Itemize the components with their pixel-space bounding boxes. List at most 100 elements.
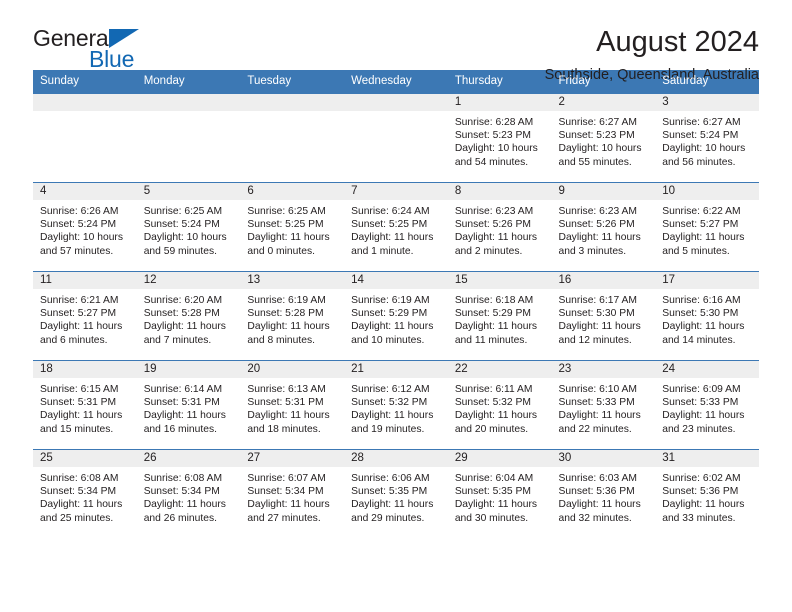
sunset-text: Sunset: 5:31 PM (40, 397, 117, 409)
calendar-day-cell[interactable]: 25 Sunrise: 6:08 AM Sunset: 5:34 PM Dayligh… (33, 448, 137, 538)
daylight-text: Daylight: 10 hours and 55 minutes. (558, 143, 642, 168)
calendar-week-row: 25 Sunrise: 6:08 AM Sunset: 5:34 PM Dayligh… (33, 448, 759, 538)
day-number: 22 (447, 360, 552, 378)
sunrise-text: Sunrise: 6:14 AM (143, 383, 223, 395)
daylight-text: Daylight: 11 hours and 22 minutes. (558, 410, 641, 435)
calendar-day-cell[interactable]: 13 Sunrise: 6:19 AM Sunset: 5:28 PM Dayligh… (240, 270, 345, 361)
sunrise-text: Sunrise: 6:11 AM (454, 383, 533, 395)
calendar-day-cell[interactable]: 11 Sunrise: 6:21 AM Sunset: 5:27 PM Dayligh… (33, 270, 137, 361)
daylight-text: Daylight: 11 hours and 10 minutes. (351, 321, 434, 346)
daylight-text: Daylight: 11 hours and 27 minutes. (247, 499, 330, 524)
daylight-text: Daylight: 11 hours and 1 minute. (351, 232, 434, 257)
calendar-day-cell[interactable]: 29 Sunrise: 6:04 AM Sunset: 5:35 PM Dayligh… (447, 448, 552, 538)
calendar-day-cell[interactable]: 27 Sunrise: 6:07 AM Sunset: 5:34 PM Dayligh… (240, 448, 345, 538)
daylight-text: Daylight: 11 hours and 11 minutes. (454, 321, 538, 346)
calendar-day-cell[interactable]: 24 Sunrise: 6:09 AM Sunset: 5:33 PM Dayligh… (655, 359, 759, 450)
calendar-day-cell[interactable]: 21 Sunrise: 6:12 AM Sunset: 5:32 PM Dayligh… (344, 359, 448, 450)
calendar-day-cell[interactable]: 5 Sunrise: 6:25 AM Sunset: 5:24 PM Daylight… (136, 181, 241, 272)
calendar-week-row: 1 Sunrise: 6:28 AM Sunset: 5:23 PM Daylight… (33, 93, 759, 183)
sunrise-text: Sunrise: 6:06 AM (351, 472, 430, 484)
sunset-text: Sunset: 5:33 PM (662, 397, 739, 409)
calendar-day-cell[interactable]: 16 Sunrise: 6:17 AM Sunset: 5:30 PM Dayligh… (551, 270, 656, 361)
day-number: 1 (447, 93, 552, 111)
calendar-day-cell[interactable]: 12 Sunrise: 6:20 AM Sunset: 5:28 PM Dayligh… (136, 270, 241, 361)
calendar-day-cell[interactable]: 9 Sunrise: 6:23 AM Sunset: 5:26 PM Daylight… (551, 181, 656, 272)
daylight-text: Daylight: 10 hours and 59 minutes. (143, 232, 227, 257)
day-number (136, 93, 241, 111)
calendar-week-row: 11 Sunrise: 6:21 AM Sunset: 5:27 PM Dayligh… (33, 270, 759, 361)
daylight-text: Daylight: 10 hours and 57 minutes. (40, 232, 123, 257)
day-details: Sunrise: 6:17 AM Sunset: 5:30 PM Daylight:… (552, 289, 656, 360)
calendar-day-cell[interactable]: 19 Sunrise: 6:14 AM Sunset: 5:31 PM Dayligh… (136, 359, 241, 450)
calendar-day-cell[interactable]: 14 Sunrise: 6:19 AM Sunset: 5:29 PM Dayligh… (344, 270, 448, 361)
sunrise-text: Sunrise: 6:16 AM (662, 294, 741, 306)
calendar-day-cell[interactable]: 6 Sunrise: 6:25 AM Sunset: 5:25 PM Daylight… (240, 181, 345, 272)
day-number (344, 93, 448, 111)
calendar-day-cell[interactable]: 1 Sunrise: 6:28 AM Sunset: 5:23 PM Daylight… (447, 93, 552, 183)
day-number: 21 (344, 360, 448, 378)
calendar-day-cell[interactable]: 26 Sunrise: 6:08 AM Sunset: 5:34 PM Dayligh… (136, 448, 241, 538)
sunrise-text: Sunrise: 6:10 AM (558, 383, 637, 395)
day-details: Sunrise: 6:12 AM Sunset: 5:32 PM Daylight:… (344, 378, 448, 449)
sunrise-text: Sunrise: 6:27 AM (662, 116, 741, 128)
day-number: 26 (136, 449, 241, 467)
day-number (240, 93, 345, 111)
day-number: 9 (551, 182, 656, 200)
sunset-text: Sunset: 5:26 PM (558, 219, 635, 231)
calendar-day-cell[interactable]: 3 Sunrise: 6:27 AM Sunset: 5:24 PM Daylight… (655, 93, 759, 183)
sunrise-text: Sunrise: 6:23 AM (558, 205, 637, 217)
sunrise-text: Sunrise: 6:13 AM (247, 383, 326, 395)
day-number: 20 (240, 360, 345, 378)
sunset-text: Sunset: 5:30 PM (662, 308, 739, 320)
calendar-day-cell[interactable]: 2 Sunrise: 6:27 AM Sunset: 5:23 PM Daylight… (551, 93, 656, 183)
calendar-day-cell[interactable]: 22 Sunrise: 6:11 AM Sunset: 5:32 PM Dayligh… (447, 359, 552, 450)
daylight-text: Daylight: 11 hours and 12 minutes. (558, 321, 641, 346)
day-number: 16 (551, 271, 656, 289)
sunrise-text: Sunrise: 6:08 AM (40, 472, 119, 484)
weekday-header-thursday: Thursday (447, 70, 552, 94)
day-number: 11 (33, 271, 137, 289)
day-number: 5 (136, 182, 241, 200)
sunrise-text: Sunrise: 6:19 AM (247, 294, 326, 306)
calendar-day-cell[interactable]: 23 Sunrise: 6:10 AM Sunset: 5:33 PM Dayligh… (551, 359, 656, 450)
sunset-text: Sunset: 5:23 PM (558, 130, 635, 142)
calendar-day-cell[interactable]: 18 Sunrise: 6:15 AM Sunset: 5:31 PM Dayligh… (33, 359, 137, 450)
sunrise-text: Sunrise: 6:07 AM (247, 472, 326, 484)
sunrise-text: Sunrise: 6:02 AM (662, 472, 741, 484)
day-details: Sunrise: 6:13 AM Sunset: 5:31 PM Daylight:… (240, 378, 344, 449)
sunset-text: Sunset: 5:28 PM (247, 308, 324, 320)
daylight-text: Daylight: 11 hours and 14 minutes. (662, 321, 745, 346)
calendar-day-cell[interactable]: 15 Sunrise: 6:18 AM Sunset: 5:29 PM Dayligh… (447, 270, 552, 361)
calendar-day-cell[interactable]: 30 Sunrise: 6:03 AM Sunset: 5:36 PM Dayligh… (551, 448, 656, 538)
calendar-day-cell[interactable]: 8 Sunrise: 6:23 AM Sunset: 5:26 PM Daylight… (447, 181, 552, 272)
daylight-text: Daylight: 11 hours and 23 minutes. (662, 410, 745, 435)
calendar-day-cell[interactable]: 4 Sunrise: 6:26 AM Sunset: 5:24 PM Daylight… (33, 181, 137, 272)
sunrise-text: Sunrise: 6:22 AM (662, 205, 741, 217)
day-details: Sunrise: 6:24 AM Sunset: 5:25 PM Daylight:… (344, 200, 448, 271)
day-details: Sunrise: 6:23 AM Sunset: 5:26 PM Daylight:… (448, 200, 552, 271)
calendar-day-cell[interactable]: 7 Sunrise: 6:24 AM Sunset: 5:25 PM Daylight… (344, 181, 448, 272)
day-number: 10 (655, 182, 759, 200)
calendar-day-cell[interactable]: 20 Sunrise: 6:13 AM Sunset: 5:31 PM Dayligh… (240, 359, 345, 450)
day-number: 2 (551, 93, 656, 111)
calendar-day-cell[interactable]: 28 Sunrise: 6:06 AM Sunset: 5:35 PM Dayligh… (344, 448, 448, 538)
calendar-day-cell[interactable]: 31 Sunrise: 6:02 AM Sunset: 5:36 PM Dayligh… (655, 448, 759, 538)
sunset-text: Sunset: 5:29 PM (351, 308, 428, 320)
general-blue-logo[interactable]: General Blue (33, 27, 163, 79)
daylight-text: Daylight: 11 hours and 19 minutes. (351, 410, 434, 435)
sunset-text: Sunset: 5:25 PM (247, 219, 324, 231)
sunrise-text: Sunrise: 6:24 AM (351, 205, 430, 217)
day-number: 3 (655, 93, 759, 111)
day-number: 27 (240, 449, 345, 467)
daylight-text: Daylight: 11 hours and 5 minutes. (662, 232, 745, 257)
sunset-text: Sunset: 5:29 PM (454, 308, 531, 320)
sunrise-text: Sunrise: 6:25 AM (143, 205, 223, 217)
calendar-page: General Blue August 2024 Southside, Quee… (0, 0, 792, 612)
sunset-text: Sunset: 5:25 PM (351, 219, 428, 231)
daylight-text: Daylight: 11 hours and 30 minutes. (454, 499, 538, 524)
calendar-day-cell[interactable]: 10 Sunrise: 6:22 AM Sunset: 5:27 PM Dayligh… (655, 181, 759, 272)
day-details: Sunrise: 6:10 AM Sunset: 5:33 PM Daylight:… (552, 378, 656, 449)
weekday-header-tuesday: Tuesday (240, 70, 345, 94)
calendar-day-cell[interactable]: 17 Sunrise: 6:16 AM Sunset: 5:30 PM Dayligh… (655, 270, 759, 361)
day-details: Sunrise: 6:04 AM Sunset: 5:35 PM Daylight:… (448, 467, 552, 538)
